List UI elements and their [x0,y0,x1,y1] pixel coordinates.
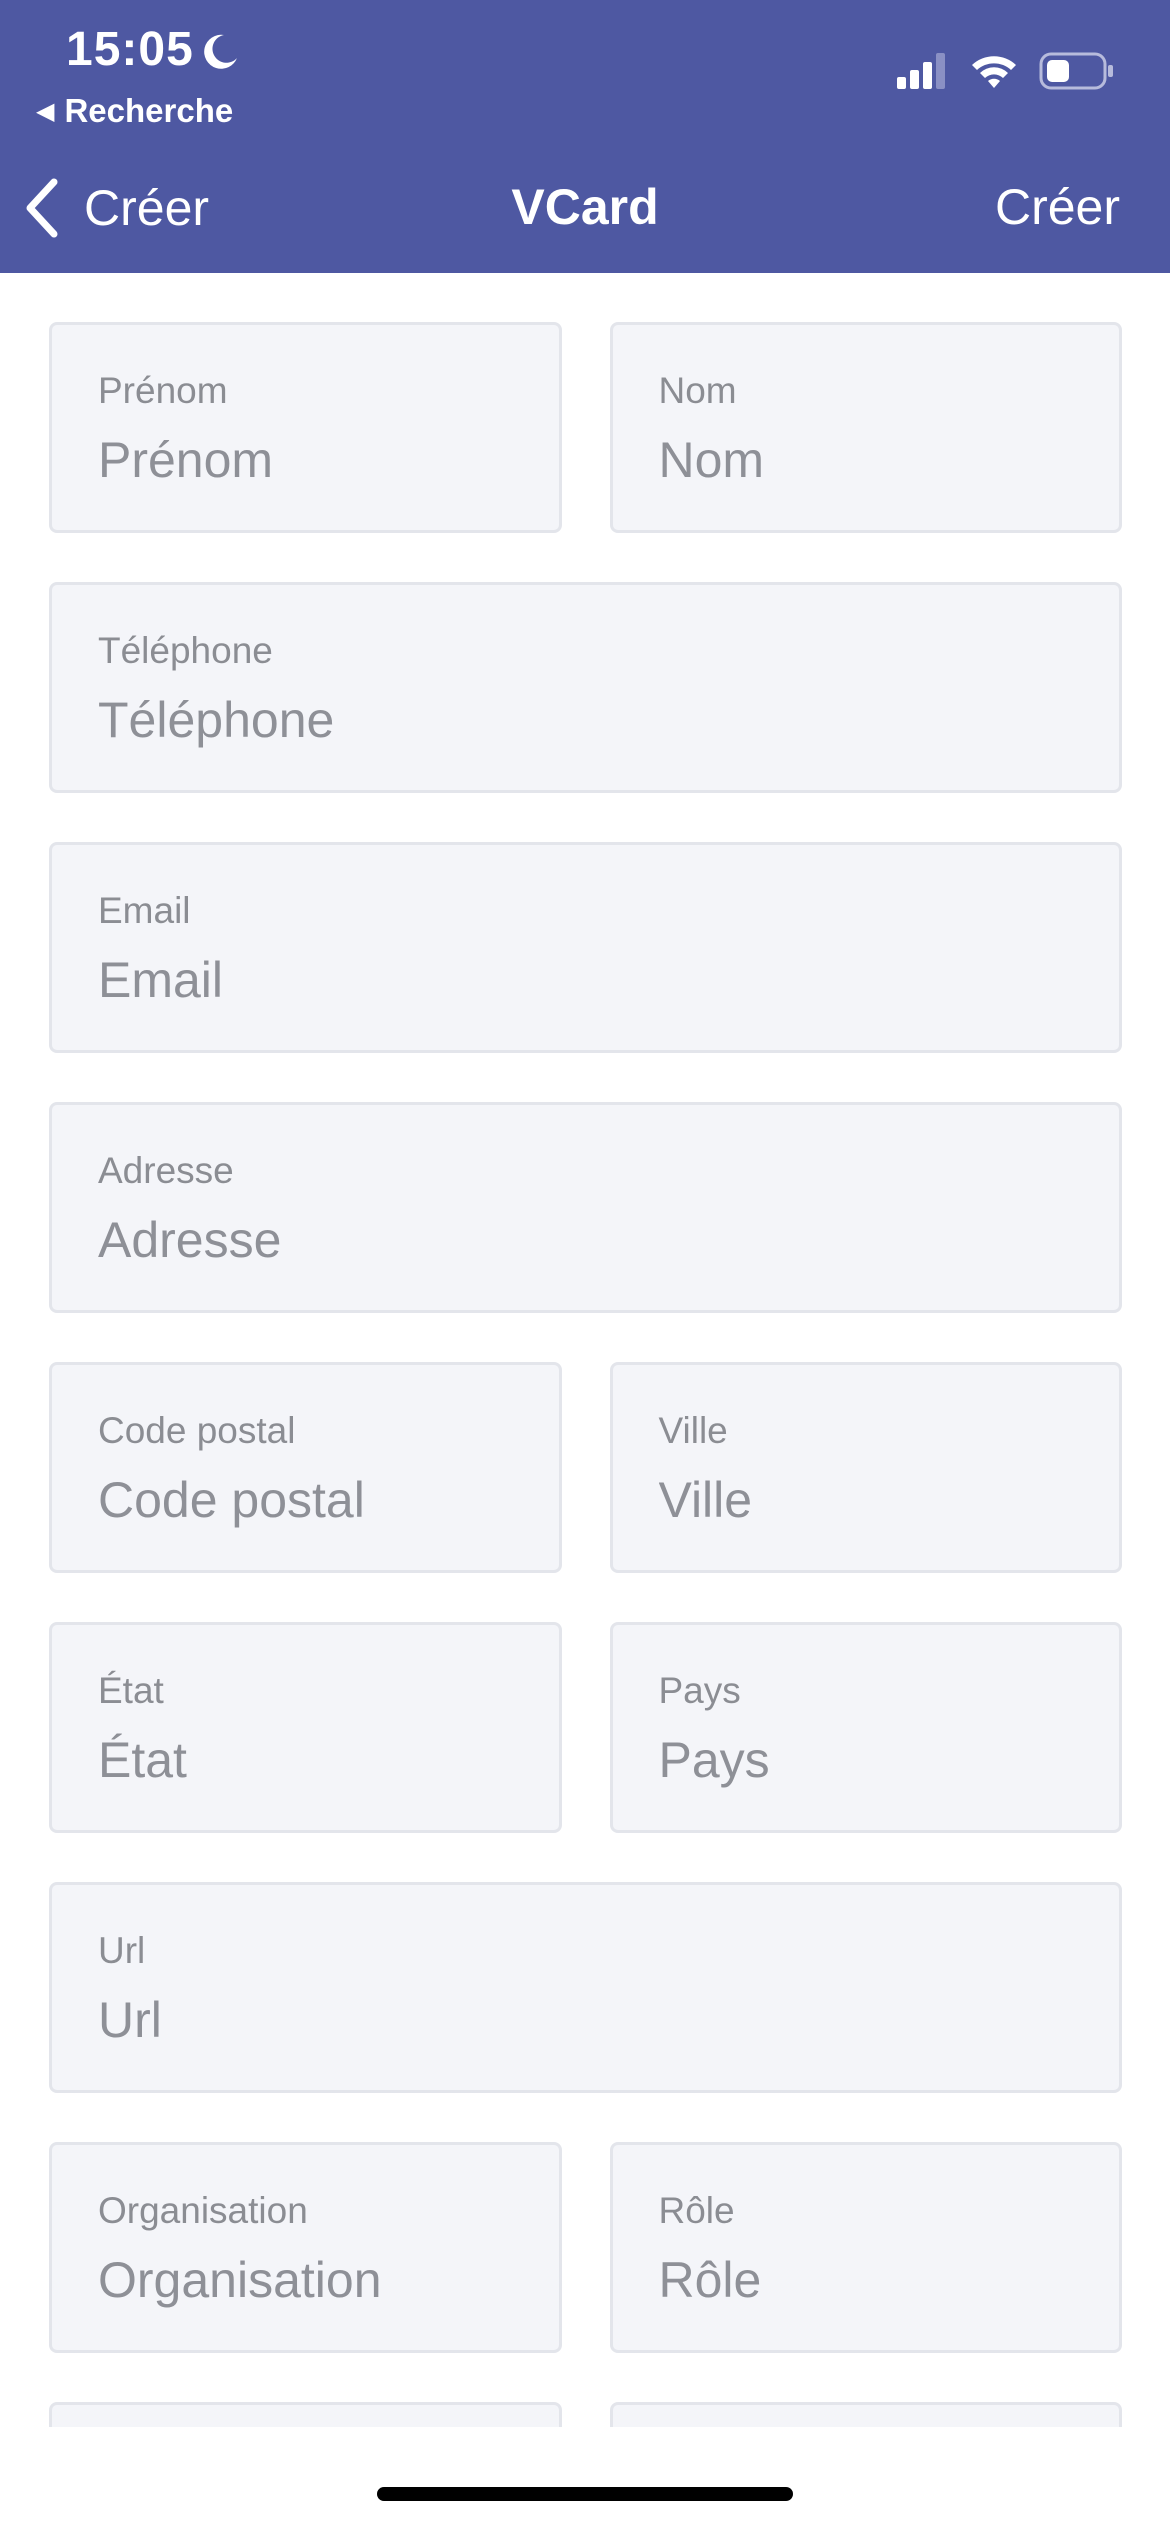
form-row: État Pays [49,1622,1122,1833]
email-label: Email [98,890,191,931]
back-triangle-icon: ◀ [36,97,55,125]
role-label: Rôle [658,2190,735,2231]
home-indicator[interactable] [377,2487,793,2501]
address-label: Adresse [98,1150,234,1191]
wifi-icon [972,56,1016,88]
city-input[interactable] [658,1471,1073,1529]
signal-icon [897,53,945,89]
state-label: État [98,1670,164,1711]
form-row: Prénom Nom [49,322,1122,533]
organisation-input[interactable] [98,2251,513,2309]
moon-icon [204,34,237,69]
battery-icon [1039,52,1113,90]
form-row: Téléphone [49,582,1122,793]
postal-code-field[interactable]: Code postal [49,1362,562,1573]
postal-code-label: Code postal [98,1410,296,1451]
url-field[interactable]: Url [49,1882,1122,2093]
back-app-label: Recherche [64,92,234,129]
form-row-partial [49,2402,1122,2427]
phone-field[interactable]: Téléphone [49,582,1122,793]
header: 15:05 ◀ Recherche Créer VCard Créer [0,0,1170,273]
phone-label: Téléphone [98,630,273,671]
first-name-field[interactable]: Prénom [49,322,562,533]
first-name-label: Prénom [98,370,228,411]
city-label: Ville [658,1410,728,1451]
country-label: Pays [658,1670,741,1711]
form-row: Adresse [49,1102,1122,1313]
back-to-app-button[interactable]: ◀ Recherche [36,92,233,130]
email-field[interactable]: Email [49,842,1122,1053]
postal-code-input[interactable] [98,1471,513,1529]
nav-back-button[interactable]: Créer [24,178,209,238]
state-field[interactable]: État [49,1622,562,1833]
url-input[interactable] [98,1991,1017,2049]
role-input[interactable] [658,2251,1073,2309]
vcard-form: Prénom Nom Téléphone Email Adresse Code … [49,322,1122,2427]
last-name-field[interactable]: Nom [609,322,1122,533]
phone-input[interactable] [98,691,1017,749]
last-name-input[interactable] [658,431,1073,489]
next-field-right[interactable] [609,2402,1122,2427]
form-row: Url [49,1882,1122,2093]
system-icons [897,52,1115,90]
role-field[interactable]: Rôle [609,2142,1122,2353]
address-input[interactable] [98,1211,1017,1269]
address-field[interactable]: Adresse [49,1102,1122,1313]
form-row: Code postal Ville [49,1362,1122,1573]
email-input[interactable] [98,951,1017,1009]
last-name-label: Nom [658,370,737,411]
form-row: Organisation Rôle [49,2142,1122,2353]
organisation-field[interactable]: Organisation [49,2142,562,2353]
form-row: Email [49,842,1122,1053]
next-field-left[interactable] [49,2402,562,2427]
country-input[interactable] [658,1731,1073,1789]
state-input[interactable] [98,1731,513,1789]
organisation-label: Organisation [98,2190,308,2231]
create-button[interactable]: Créer [995,178,1120,236]
city-field[interactable]: Ville [609,1362,1122,1573]
country-field[interactable]: Pays [609,1622,1122,1833]
status-time: 15:05 [66,23,194,76]
nav-back-label: Créer [84,180,210,236]
first-name-input[interactable] [98,431,513,489]
chevron-left-icon [26,178,58,238]
url-label: Url [98,1930,146,1971]
